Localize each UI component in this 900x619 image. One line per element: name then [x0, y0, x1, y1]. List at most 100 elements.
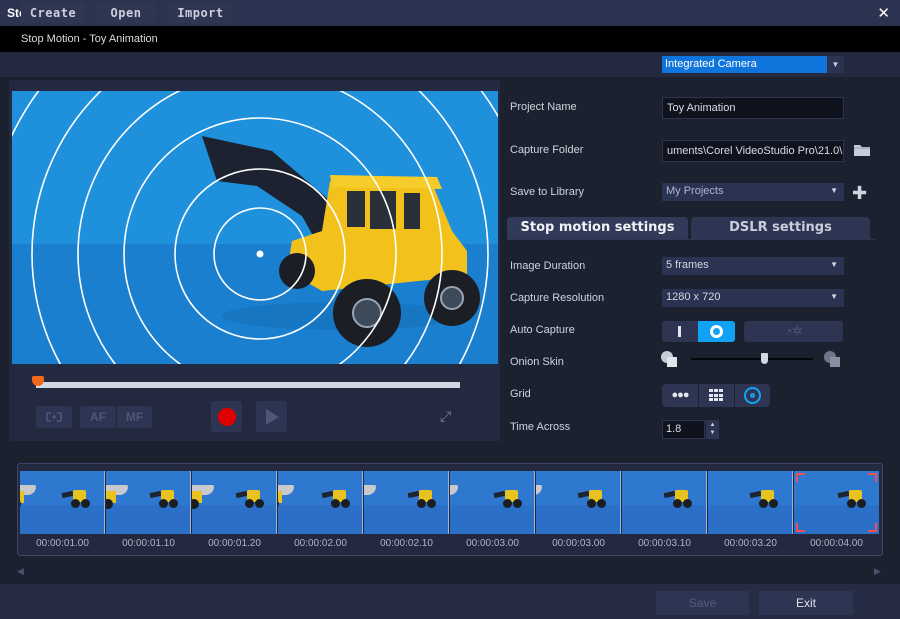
onion-skin-max-icon	[824, 351, 842, 369]
loader-toy	[663, 488, 692, 510]
auto-capture-settings-button[interactable]: ◔✲	[744, 321, 843, 342]
tab-stop-motion-settings[interactable]: Stop motion settings	[507, 217, 688, 239]
play-button[interactable]	[256, 401, 287, 432]
frame-timestamp: 00:00:03.10	[638, 538, 691, 549]
frame-thumbnail[interactable]	[450, 471, 535, 534]
frame-timestamp: 00:00:03.20	[724, 538, 777, 549]
auto-capture-label: Auto Capture	[510, 324, 575, 336]
target-icon	[744, 387, 761, 404]
capture-resolution-label: Capture Resolution	[510, 292, 605, 304]
create-button[interactable]: Create	[21, 3, 85, 23]
onion-skin-min-icon	[661, 351, 679, 369]
project-name-input[interactable]: Toy Animation	[662, 97, 844, 119]
loader-toy	[321, 488, 350, 510]
grid-squares-button[interactable]	[699, 384, 734, 407]
exit-button[interactable]: Exit	[759, 591, 853, 615]
camera-source-select[interactable]: Integrated Camera ▼	[662, 56, 844, 73]
frame-thumbnail[interactable]	[708, 471, 793, 534]
capture-folder-input[interactable]: uments\Corel VideoStudio Pro\21.0\	[662, 140, 844, 162]
off-icon	[678, 326, 681, 337]
selection-corner	[796, 523, 805, 532]
focus-frame-button[interactable]	[36, 406, 72, 428]
tab-divider	[507, 239, 875, 240]
capture-folder-label: Capture Folder	[510, 144, 584, 156]
frame-thumbnail[interactable]	[364, 471, 449, 534]
frame-timestamp: 00:00:01.10	[122, 538, 175, 549]
save-to-library-select[interactable]: My Projects ▼	[662, 183, 844, 201]
frame-thumbnail[interactable]	[106, 471, 191, 534]
open-button[interactable]: Open	[97, 3, 155, 23]
capture-resolution-value: 1280 x 720	[666, 291, 721, 303]
time-across-input[interactable]: 1.8	[662, 420, 705, 439]
time-across-stepper[interactable]: ▲ ▼	[706, 420, 719, 439]
save-to-library-value: My Projects	[666, 185, 724, 197]
grid-circle-button[interactable]	[735, 384, 770, 407]
selection-corner	[796, 473, 805, 482]
frame-thumbnail[interactable]	[794, 471, 879, 534]
autofocus-button[interactable]: AF	[80, 406, 116, 428]
dump-truck-toy	[20, 485, 38, 509]
frame-thumbnail[interactable]	[536, 471, 621, 534]
loader-toy	[235, 488, 264, 510]
project-title: Stop Motion - Toy Animation	[21, 33, 158, 45]
grid-label: Grid	[510, 388, 531, 400]
save-button[interactable]: Save	[656, 591, 749, 615]
browse-folder-button[interactable]	[853, 142, 871, 162]
scroll-right-icon[interactable]: ▶	[874, 566, 881, 577]
capture-button[interactable]	[211, 401, 242, 432]
grid-none-button[interactable]: ●●●	[662, 384, 698, 407]
capture-resolution-select[interactable]: 1280 x 720 ▼	[662, 289, 844, 307]
chevron-down-icon: ▼	[830, 260, 838, 269]
camera-preview	[12, 91, 498, 364]
frame-timestamp: 00:00:04.00	[810, 538, 863, 549]
folder-icon	[854, 145, 870, 156]
frame-thumbnail[interactable]	[278, 471, 363, 534]
dump-truck-toy	[450, 485, 460, 509]
project-title-bar: Stop Motion - Toy Animation	[0, 26, 900, 52]
frame-thumbnail[interactable]	[20, 471, 105, 534]
onion-skin-slider[interactable]	[691, 358, 813, 360]
chevron-down-icon[interactable]: ▼	[827, 56, 844, 73]
manual-focus-button[interactable]: MF	[117, 406, 152, 428]
loader-toy	[149, 488, 178, 510]
tab-dslr-settings[interactable]: DSLR settings	[691, 217, 870, 239]
camera-source-value: Integrated Camera	[665, 58, 757, 70]
loader-toy	[577, 488, 606, 510]
loader-toy	[749, 488, 778, 510]
frame-timestamp: 00:00:03.00	[552, 538, 605, 549]
expand-icon[interactable]: ⤢	[440, 408, 457, 425]
frame-timestamp: 00:00:01.20	[208, 538, 261, 549]
loader-toy	[61, 488, 90, 510]
dump-truck-toy	[278, 485, 296, 509]
record-icon	[218, 408, 236, 426]
play-icon	[266, 409, 279, 425]
image-duration-select[interactable]: 5 frames ▼	[662, 257, 844, 275]
auto-capture-on-toggle[interactable]	[698, 321, 735, 342]
time-across-label: Time Across	[510, 421, 571, 433]
focus-frame-icon	[46, 412, 62, 422]
selection-corner	[868, 523, 877, 532]
selection-corner	[868, 473, 877, 482]
scroll-left-icon[interactable]: ◀	[17, 566, 24, 577]
chevron-down-icon: ▼	[830, 292, 838, 301]
loader-toy	[407, 488, 436, 510]
frame-thumbnail[interactable]	[622, 471, 707, 534]
dump-truck-toy	[364, 485, 378, 509]
timer-settings-icon: ◔✲	[784, 324, 803, 338]
preview-image	[12, 91, 498, 364]
loader-toy	[837, 488, 866, 510]
add-library-button[interactable]: ✚	[852, 183, 867, 204]
frame-timestamp: 00:00:03.00	[466, 538, 519, 549]
frame-timestamp: 00:00:01.00	[36, 538, 89, 549]
import-button[interactable]: Import	[168, 3, 233, 23]
preview-scrub-bar[interactable]	[36, 382, 460, 388]
plus-icon: ✚	[852, 183, 868, 203]
dots-icon: ●●●	[671, 389, 690, 401]
onion-skin-slider-thumb[interactable]	[761, 353, 769, 364]
grid-center-dot	[256, 250, 264, 258]
image-duration-label: Image Duration	[510, 260, 586, 272]
frame-timestamp: 00:00:02.10	[380, 538, 433, 549]
close-icon[interactable]: ✕	[877, 4, 890, 22]
frame-thumbnail[interactable]	[192, 471, 277, 534]
auto-capture-off-toggle[interactable]	[662, 321, 698, 342]
